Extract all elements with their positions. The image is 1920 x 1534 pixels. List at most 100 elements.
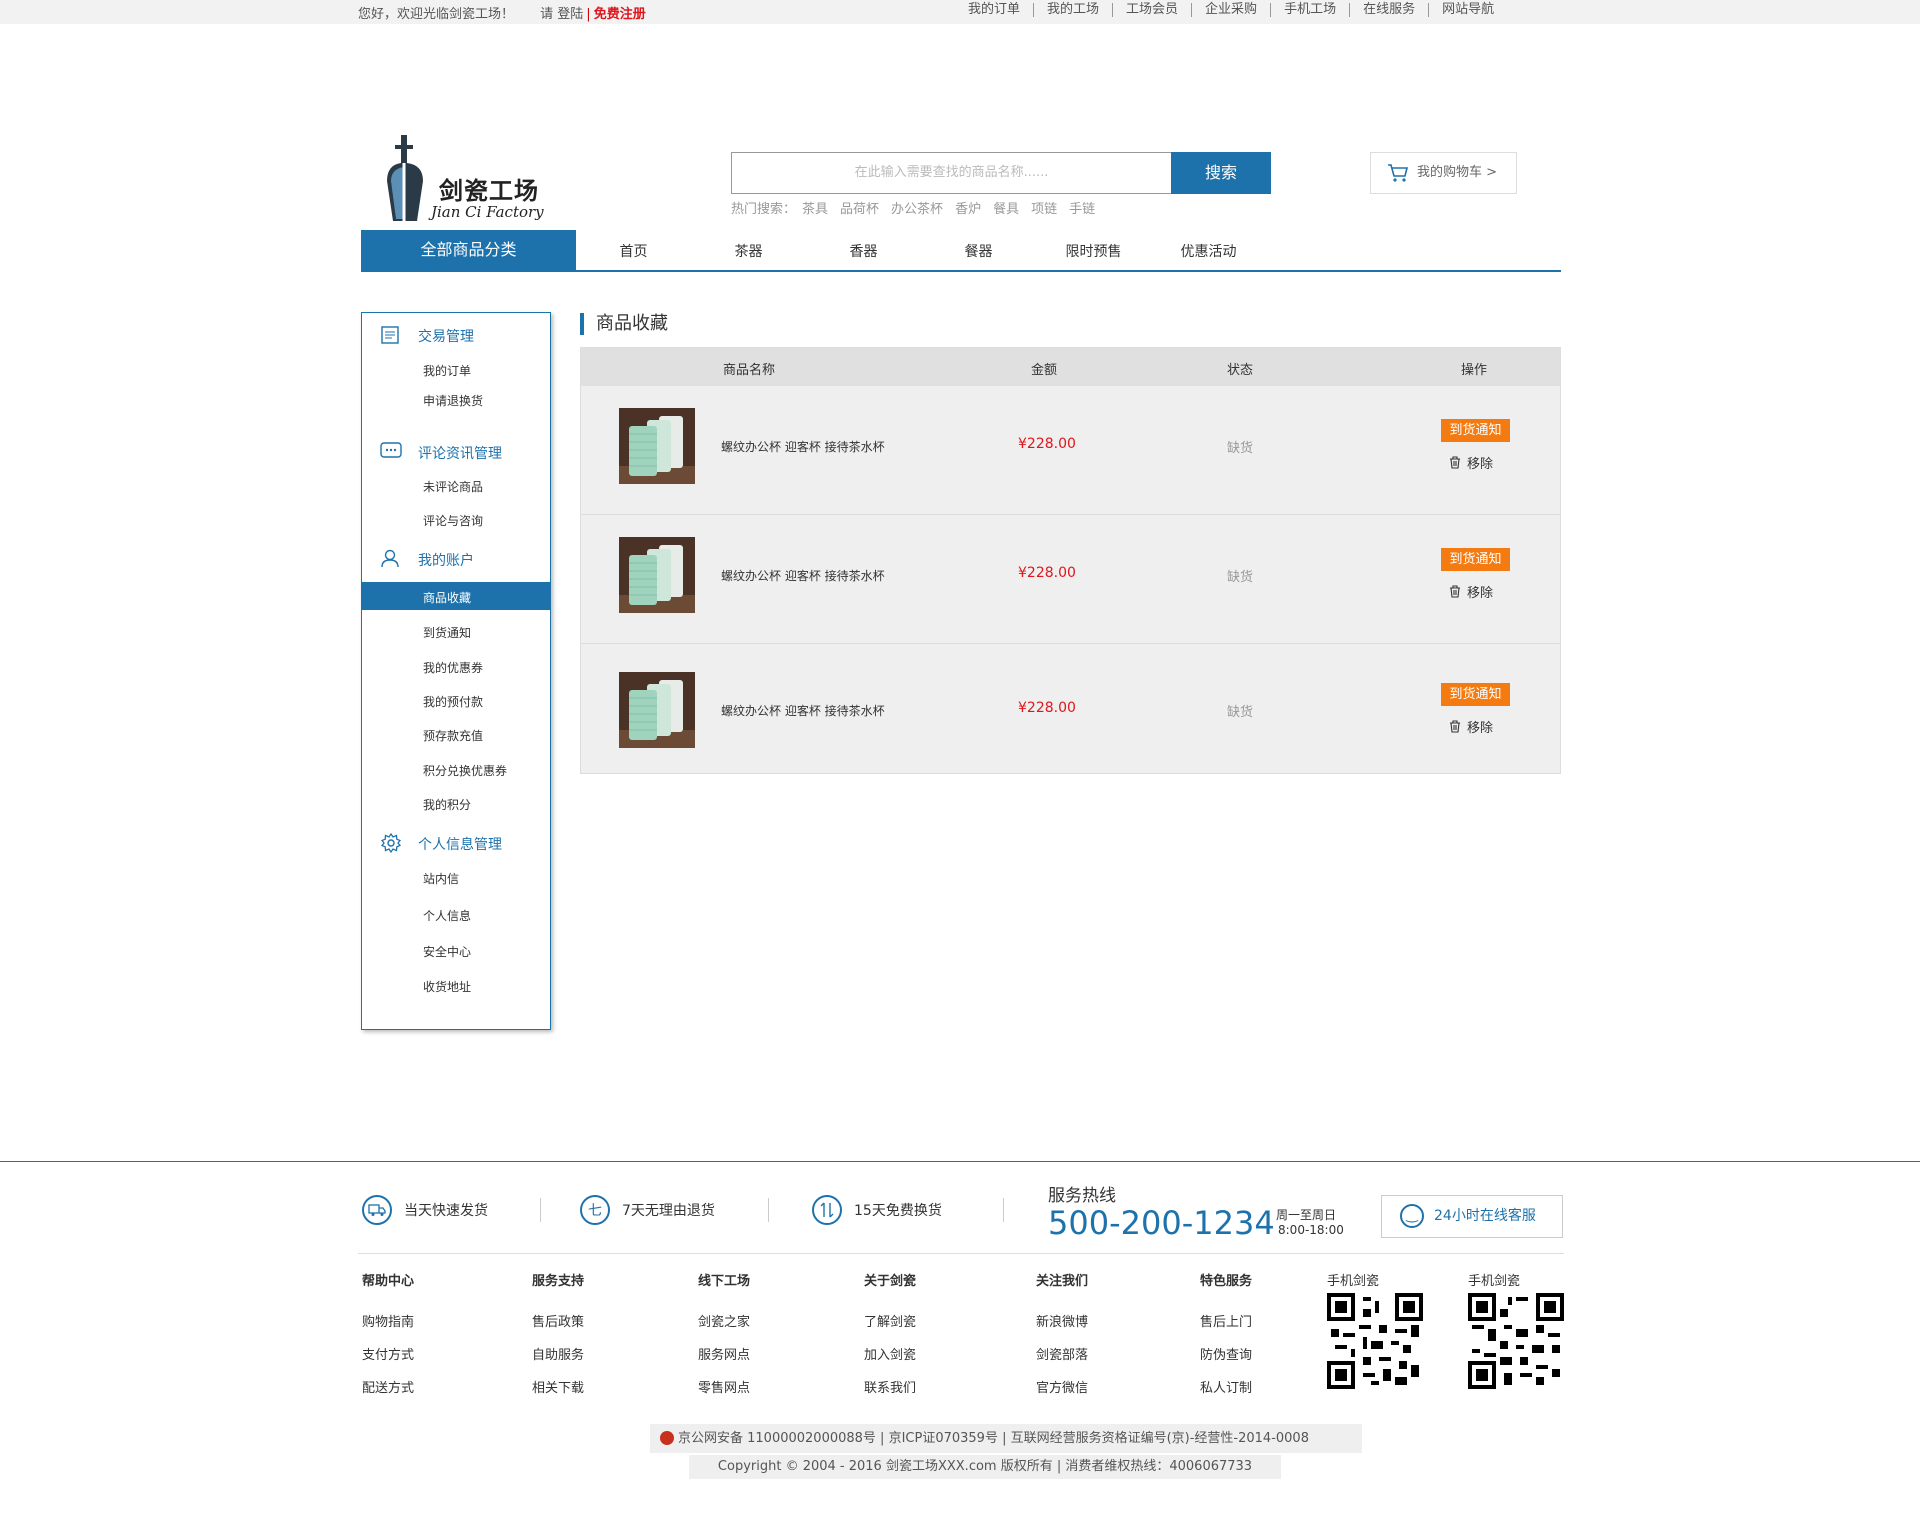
search-bar: 在此输入需要查找的商品名称...... 搜索: [731, 152, 1271, 194]
service-hours: 周一至周日 8:00-18:00: [1276, 1208, 1344, 1238]
sidebar-item-returns[interactable]: 申请退换货: [423, 392, 483, 409]
sidebar-item-messages[interactable]: 站内信: [423, 870, 459, 887]
hot-search-item[interactable]: 手链: [1069, 202, 1095, 217]
footer-link[interactable]: 售后政策: [532, 1311, 584, 1330]
list-icon: [381, 326, 399, 344]
top-link-membership[interactable]: 工场会员: [1112, 3, 1191, 17]
product-name[interactable]: 螺纹办公杯 迎客杯 接待茶水杯: [721, 567, 885, 584]
arrival-notify-button[interactable]: 到货通知: [1441, 683, 1510, 706]
top-link-orders[interactable]: 我的订单: [966, 3, 1033, 17]
footer-col-title: 关注我们: [1036, 1274, 1089, 1289]
footer-link[interactable]: 联系我们: [864, 1377, 916, 1396]
sidebar-item-points-exchange[interactable]: 积分兑换优惠券: [423, 762, 507, 779]
footer-link[interactable]: 售后上门: [1200, 1311, 1252, 1330]
sidebar-item-arrival-notice[interactable]: 到货通知: [423, 624, 471, 641]
hot-search-item[interactable]: 香炉: [955, 202, 981, 217]
sidebar-group-profile: 个人信息管理: [418, 837, 502, 853]
footer-link[interactable]: 了解剑瓷: [864, 1311, 916, 1330]
login-link[interactable]: 请 登陆: [540, 7, 583, 22]
sidebar-item-favorites[interactable]: 商品收藏: [362, 582, 550, 610]
footer-col-about: 关于剑瓷 了解剑瓷 加入剑瓷 联系我们: [864, 1270, 916, 1410]
footer-divider: [0, 1161, 1920, 1162]
legal-license-text: 京公网安备 11000002000088号 | 京ICP证070359号 | 互…: [678, 1431, 1309, 1446]
footer-link[interactable]: 剑瓷部落: [1036, 1344, 1088, 1363]
nav-item-home[interactable]: 首页: [576, 230, 691, 274]
nav-item-tea[interactable]: 茶器: [691, 230, 806, 274]
smile-icon: ‿: [1400, 1204, 1424, 1228]
top-link-mobile[interactable]: 手机工场: [1270, 3, 1349, 17]
sidebar-item-address[interactable]: 收货地址: [423, 978, 471, 995]
footer-link[interactable]: 配送方式: [362, 1377, 414, 1396]
nav-item-incense[interactable]: 香器: [806, 230, 921, 274]
top-link-site-nav[interactable]: 网站导航: [1428, 3, 1507, 17]
footer-link[interactable]: 防伪查询: [1200, 1344, 1252, 1363]
arrival-notify-button[interactable]: 到货通知: [1441, 419, 1510, 442]
hot-search-item[interactable]: 餐具: [993, 202, 1019, 217]
footer-link[interactable]: 官方微信: [1036, 1377, 1088, 1396]
register-link[interactable]: 免费注册: [594, 7, 646, 22]
footer-link[interactable]: 相关下载: [532, 1377, 584, 1396]
product-image[interactable]: [619, 408, 695, 484]
footer-col-follow: 关注我们 新浪微博 剑瓷部落 官方微信: [1036, 1270, 1088, 1410]
remove-button[interactable]: 移除: [1449, 717, 1493, 736]
footer-link[interactable]: 服务网点: [698, 1344, 750, 1363]
product-name[interactable]: 螺纹办公杯 迎客杯 接待茶水杯: [721, 702, 885, 719]
footer-col-help: 帮助中心 购物指南 支付方式 配送方式: [362, 1270, 414, 1410]
cart-label: 我的购物车 >: [1417, 165, 1498, 180]
sidebar-item-orders[interactable]: 我的订单: [423, 362, 471, 379]
nav-item-tableware[interactable]: 餐器: [921, 230, 1036, 274]
sidebar-item-personal-info[interactable]: 个人信息: [423, 907, 471, 924]
nav-item-presale[interactable]: 限时预售: [1036, 230, 1151, 274]
online-service-button[interactable]: ‿ 24小时在线客服: [1381, 1195, 1563, 1238]
footer-link[interactable]: 新浪微博: [1036, 1311, 1088, 1330]
sidebar-group-transactions: 交易管理: [418, 329, 474, 345]
sidebar-item-uncommented[interactable]: 未评论商品: [423, 478, 483, 495]
sidebar-item-prepayment[interactable]: 我的预付款: [423, 693, 483, 710]
product-price: ¥228.00: [1018, 436, 1076, 452]
sidebar-item-coupons[interactable]: 我的优惠券: [423, 659, 483, 676]
footer-link[interactable]: 私人订制: [1200, 1377, 1252, 1396]
hot-search-item[interactable]: 项链: [1031, 202, 1057, 217]
seven-day-icon: 七: [580, 1195, 610, 1225]
hot-search-item[interactable]: 品荷杯: [840, 202, 879, 217]
welcome-area: 您好，欢迎光临剑瓷工场！ 请 登陆 | 免费注册: [358, 7, 646, 22]
cart-button[interactable]: 我的购物车 >: [1370, 152, 1517, 194]
footer-link[interactable]: 自助服务: [532, 1344, 584, 1363]
footer-separator: [358, 1253, 1564, 1254]
product-name[interactable]: 螺纹办公杯 迎客杯 接待茶水杯: [721, 438, 885, 455]
sidebar-item-reviews[interactable]: 评论与咨询: [423, 512, 483, 529]
remove-button[interactable]: 移除: [1449, 453, 1493, 472]
product-image[interactable]: [619, 672, 695, 748]
hot-search-item[interactable]: 茶具: [802, 202, 828, 217]
nav-item-promotions[interactable]: 优惠活动: [1151, 230, 1266, 274]
footer-link[interactable]: 支付方式: [362, 1344, 414, 1363]
service-time: 8:00-18:00: [1278, 1223, 1344, 1237]
product-image[interactable]: [619, 537, 695, 613]
remove-button[interactable]: 移除: [1449, 582, 1493, 601]
favorites-table: 商品名称 金额 状态 操作 螺纹办公杯 迎客杯 接待茶水杯 ¥228.00 缺货…: [580, 347, 1561, 774]
footer-link[interactable]: 购物指南: [362, 1311, 414, 1330]
search-button[interactable]: 搜索: [1171, 152, 1271, 194]
trash-icon: [1450, 585, 1460, 598]
service-label: 7天无理由退货: [622, 1203, 715, 1219]
footer-link[interactable]: 加入剑瓷: [864, 1344, 916, 1363]
service-15day-exchange: 15天免费换货: [812, 1195, 942, 1225]
top-link-my-factory[interactable]: 我的工场: [1033, 3, 1112, 17]
logo-cn: 剑瓷工场: [439, 176, 539, 205]
hot-search-label: 热门搜索：: [731, 202, 797, 217]
sidebar-item-security[interactable]: 安全中心: [423, 943, 471, 960]
top-link-online-service[interactable]: 在线服务: [1349, 3, 1428, 17]
footer-link[interactable]: 剑瓷之家: [698, 1311, 750, 1330]
search-input[interactable]: 在此输入需要查找的商品名称......: [731, 152, 1171, 194]
footer-link[interactable]: 零售网点: [698, 1377, 750, 1396]
qr-code-icon: [1327, 1293, 1423, 1389]
sidebar-item-deposit[interactable]: 预存款充值: [423, 727, 483, 744]
top-link-enterprise[interactable]: 企业采购: [1191, 3, 1270, 17]
hot-search-item[interactable]: 办公茶杯: [891, 202, 943, 217]
all-categories-button[interactable]: 全部商品分类: [361, 230, 576, 270]
column-header-price: 金额: [1031, 363, 1058, 378]
copyright: Copyright © 2004 - 2016 剑瓷工场XXX.com 版权所有…: [689, 1455, 1281, 1479]
sidebar-item-points[interactable]: 我的积分: [423, 796, 471, 813]
site-logo[interactable]: 剑瓷工场 Jian Ci Factory: [385, 133, 555, 223]
arrival-notify-button[interactable]: 到货通知: [1441, 548, 1510, 571]
